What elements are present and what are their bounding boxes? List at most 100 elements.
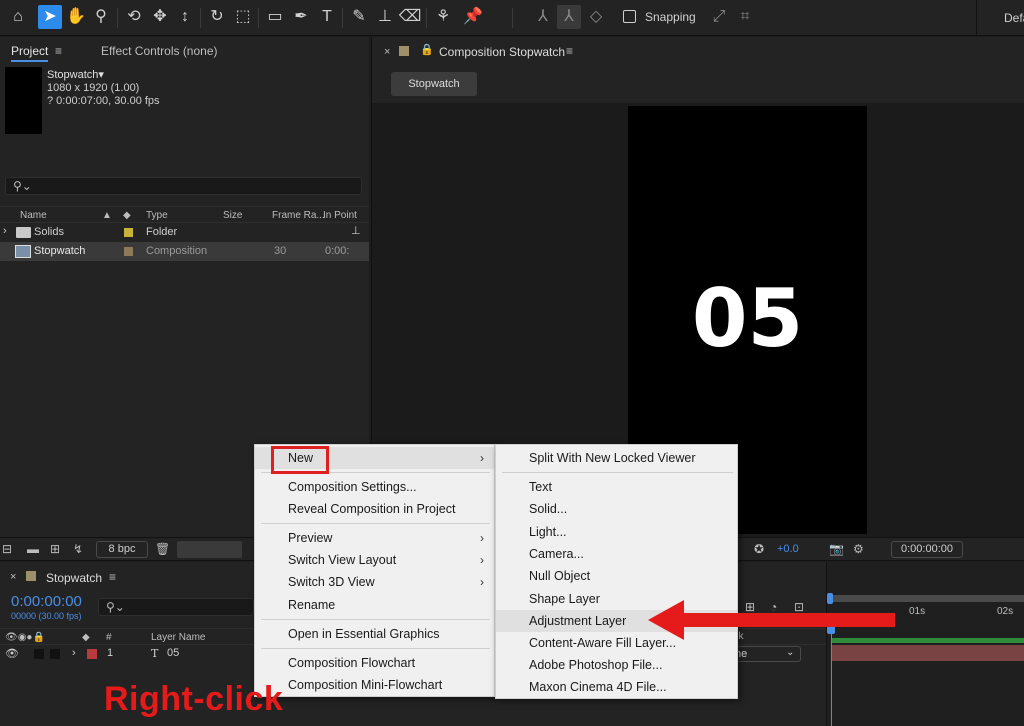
sort-arrow-icon[interactable]: ▲ [102, 210, 112, 221]
snapping-checkbox[interactable] [623, 10, 636, 23]
local-axis-icon[interactable]: ⅄ [531, 5, 555, 29]
rectangle-tool-icon[interactable]: ▭ [263, 5, 287, 29]
lock-icon[interactable]: 🔒 [420, 43, 434, 56]
pen-tool-icon[interactable]: ✒ [289, 5, 313, 29]
menu-item-rename[interactable]: Rename [255, 594, 494, 616]
current-time-field[interactable]: 0:00:00:00 [891, 541, 963, 558]
roto-brush-tool-icon[interactable]: ⚘ [431, 5, 455, 29]
flow-icon[interactable]: ↯ [73, 542, 83, 556]
column-name[interactable]: Name [20, 210, 47, 221]
panel-menu-icon[interactable]: ≡ [109, 570, 116, 584]
type-tool-icon[interactable]: T [315, 5, 339, 29]
view-axis-icon[interactable]: ◇ [584, 5, 608, 29]
graph-editor-icon[interactable]: ⊡ [794, 600, 804, 614]
menu-item-content-aware-fill-layer[interactable]: Content-Aware Fill Layer... [496, 632, 737, 654]
label-color-chip[interactable] [124, 247, 133, 256]
timeline-current-time[interactable]: 0:00:00:00 [11, 593, 82, 610]
time-ruler[interactable]: 01s 02s [826, 562, 1024, 726]
layer-duration-bar[interactable] [831, 645, 1024, 661]
composition-tab-title[interactable]: Composition Stopwatch [439, 45, 565, 59]
project-field[interactable] [177, 541, 242, 558]
menu-item-solid[interactable]: Solid... [496, 498, 737, 520]
column-layer-name[interactable]: Layer Name [151, 632, 205, 643]
eraser-tool-icon[interactable]: ⌫ [398, 5, 422, 29]
menu-item-preview[interactable]: Preview › [255, 527, 494, 549]
expand-arrow-icon[interactable]: › [72, 647, 76, 659]
workspace-label[interactable]: Defa [1004, 11, 1024, 25]
flowchart-icon[interactable]: ⊥ [351, 224, 361, 237]
menu-item-adobe-photoshop-file[interactable]: Adobe Photoshop File... [496, 654, 737, 676]
hand-tool-icon[interactable]: ✋ [64, 5, 88, 29]
menu-item-composition-settings[interactable]: Composition Settings... [255, 476, 494, 498]
project-row-stopwatch[interactable]: Stopwatch Composition 30 0:00: [0, 242, 369, 261]
motion-blur-icon[interactable]: ◔ [770, 600, 777, 614]
menu-item-shape-layer[interactable]: Shape Layer [496, 588, 737, 610]
snap-options-icon[interactable]: ⤢ [707, 5, 731, 29]
selection-tool-icon[interactable]: ➤ [38, 5, 62, 29]
zoom-tool-icon[interactable]: ⚲ [89, 5, 113, 29]
label-tag-icon[interactable]: ◆ [82, 632, 90, 643]
column-frame-rate[interactable]: Frame Ra... [272, 210, 325, 221]
new-composition-icon[interactable]: ⊞ [50, 542, 60, 556]
menu-item-switch-3d-view[interactable]: Switch 3D View › [255, 571, 494, 593]
bit-depth-button[interactable]: 8 bpc [96, 541, 148, 558]
project-row-solids[interactable]: › Solids Folder [0, 223, 369, 242]
trash-icon[interactable]: 🗑 [155, 542, 170, 556]
orbit-camera-icon[interactable]: ⟲ [122, 5, 146, 29]
close-icon[interactable]: × [10, 571, 16, 583]
menu-item-text[interactable]: Text [496, 476, 737, 498]
layer-name[interactable]: 05 [167, 647, 179, 659]
new-folder-icon[interactable]: ▬ [27, 542, 39, 556]
menu-item-switch-view-layout[interactable]: Switch View Layout › [255, 549, 494, 571]
clone-stamp-tool-icon[interactable]: ⊥ [373, 5, 397, 29]
work-area-bar[interactable] [831, 638, 1024, 643]
column-type[interactable]: Type [146, 210, 168, 221]
pan-behind-tool-icon[interactable]: ⬚ [231, 5, 255, 29]
snap-grid-icon[interactable]: ⌗ [733, 5, 757, 29]
comp-flowchart-icon[interactable]: ⊞ [745, 600, 755, 614]
layer-search-input[interactable]: ⚲⌄ [98, 598, 254, 616]
solo-switch[interactable] [34, 649, 44, 659]
expand-arrow-icon[interactable]: › [3, 225, 7, 237]
visibility-eye-icon[interactable]: 👁 [5, 647, 19, 660]
menu-item-split-locked-viewer[interactable]: Split With New Locked Viewer [496, 447, 737, 469]
puppet-pin-tool-icon[interactable]: 📌 [461, 5, 485, 29]
column-in-point[interactable]: In Point [323, 210, 357, 221]
project-search-input[interactable]: ⚲⌄ [5, 177, 362, 195]
selected-comp-name[interactable]: Stopwatch▾ [47, 68, 104, 81]
menu-item-light[interactable]: Light... [496, 521, 737, 543]
playhead-line[interactable] [831, 622, 832, 726]
world-axis-icon[interactable]: ⅄ [557, 5, 581, 29]
brush-tool-icon[interactable]: ✎ [347, 5, 371, 29]
menu-item-null-object[interactable]: Null Object [496, 565, 737, 587]
tab-effect-controls[interactable]: Effect Controls (none) [101, 44, 218, 58]
menu-item-reveal-composition[interactable]: Reveal Composition in Project [255, 498, 494, 520]
snapshot-icon[interactable]: 📷 [829, 542, 844, 556]
menu-item-camera[interactable]: Camera... [496, 543, 737, 565]
lock-switch[interactable] [50, 649, 60, 659]
panel-menu-icon[interactable]: ≡ [55, 44, 62, 58]
menu-item-composition-mini-flowchart[interactable]: Composition Mini-Flowchart [255, 674, 494, 696]
menu-item-maxon-cinema-4d-file[interactable]: Maxon Cinema 4D File... [496, 676, 737, 698]
exposure-value[interactable]: +0.0 [777, 543, 799, 555]
label-color-chip[interactable] [87, 649, 97, 659]
timeline-tab-title[interactable]: Stopwatch [46, 571, 102, 585]
close-icon[interactable]: × [384, 46, 390, 58]
pan-camera-icon[interactable]: ✥ [148, 5, 172, 29]
time-navigator[interactable] [831, 595, 1024, 602]
time-navigator-start-handle[interactable] [827, 593, 833, 604]
menu-item-composition-flowchart[interactable]: Composition Flowchart [255, 652, 494, 674]
tab-project[interactable]: Project [11, 44, 49, 62]
menu-item-open-essential-graphics[interactable]: Open in Essential Graphics [255, 623, 494, 645]
column-size[interactable]: Size [223, 210, 242, 221]
interpret-footage-icon[interactable]: ⊟ [2, 542, 12, 556]
dolly-camera-icon[interactable]: ↕ [173, 5, 197, 29]
comp-breadcrumb[interactable]: Stopwatch [391, 72, 477, 96]
label-color-chip[interactable] [124, 228, 133, 237]
panel-menu-icon[interactable]: ≡ [566, 44, 573, 58]
show-snapshot-icon[interactable]: ⚙ [853, 542, 864, 556]
reset-exposure-icon[interactable]: ✪ [754, 542, 764, 556]
home-icon[interactable]: ⌂ [6, 5, 30, 29]
rotate-tool-icon[interactable]: ↻ [205, 5, 229, 29]
label-tag-icon[interactable]: ◆ [123, 210, 131, 221]
